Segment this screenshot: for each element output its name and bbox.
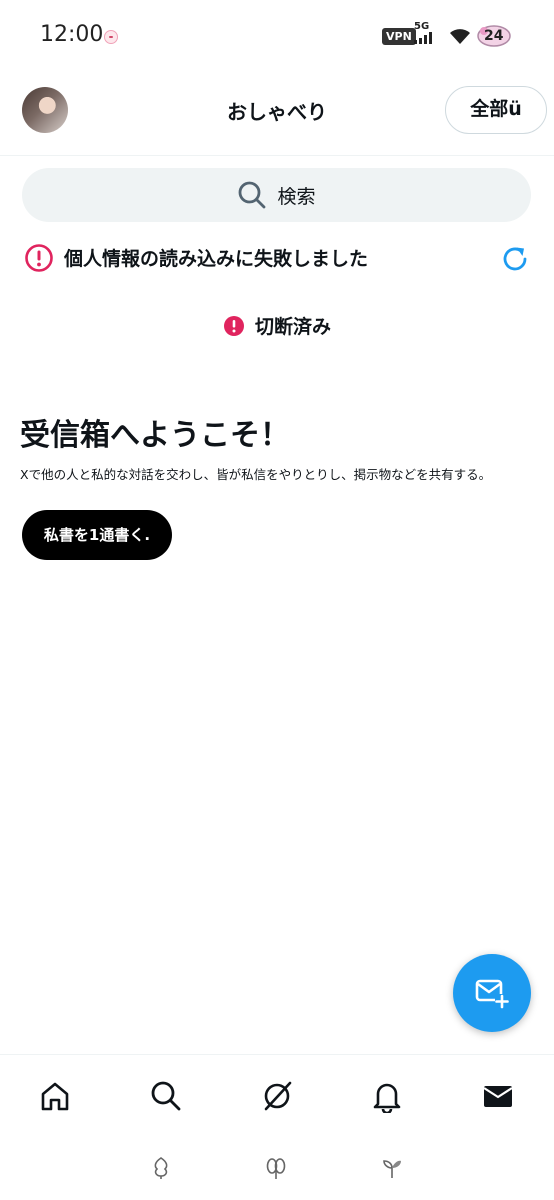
nav-search[interactable] bbox=[146, 1076, 186, 1116]
vpn-badge: VPN bbox=[382, 28, 416, 45]
welcome-description: Xで他の人と私的な対話を交わし、皆が私信をやりとりし、掲示物などを共有する。 bbox=[20, 467, 492, 482]
write-message-button[interactable]: 私書を1通書く. bbox=[22, 510, 172, 560]
search-icon bbox=[239, 181, 266, 209]
connection-status-text: 切断済み bbox=[254, 316, 331, 338]
compose-message-button[interactable] bbox=[453, 954, 531, 1032]
leaves-icon bbox=[266, 1158, 286, 1179]
search-label: 検索 bbox=[277, 185, 316, 208]
nav-notifications[interactable] bbox=[367, 1076, 407, 1116]
bell-icon bbox=[373, 1083, 401, 1113]
nav-home[interactable] bbox=[35, 1076, 75, 1116]
signal-icon bbox=[414, 32, 432, 44]
nav-grok[interactable] bbox=[257, 1076, 297, 1116]
wifi-icon bbox=[450, 29, 470, 44]
network-label: 5G bbox=[414, 21, 430, 32]
sprout-icon bbox=[383, 1160, 401, 1178]
search-bar[interactable]: 検索 bbox=[22, 168, 531, 222]
connection-status: 切断済み bbox=[0, 312, 554, 339]
refresh-icon[interactable] bbox=[499, 243, 531, 275]
filter-button[interactable]: 全部ü bbox=[445, 86, 547, 134]
welcome-title: 受信箱へようこそ！ bbox=[20, 418, 290, 453]
notification-dot-icon bbox=[104, 30, 118, 44]
error-icon bbox=[25, 244, 53, 272]
header-divider bbox=[0, 155, 554, 156]
network-indicator: 5G bbox=[414, 22, 434, 44]
status-time: 12:00 bbox=[40, 22, 104, 47]
tree-icon bbox=[154, 1157, 168, 1179]
battery-level: 24 bbox=[484, 28, 504, 44]
alert-icon bbox=[223, 315, 244, 336]
mail-icon bbox=[483, 1086, 513, 1107]
error-message: 個人情報の読み込みに失敗しました bbox=[64, 248, 369, 270]
grok-icon bbox=[264, 1081, 292, 1111]
search-icon bbox=[151, 1081, 181, 1111]
bottom-nav-divider bbox=[0, 1054, 554, 1055]
nav-messages[interactable] bbox=[478, 1076, 518, 1116]
home-icon bbox=[41, 1082, 69, 1111]
compose-message-icon bbox=[475, 979, 509, 1009]
